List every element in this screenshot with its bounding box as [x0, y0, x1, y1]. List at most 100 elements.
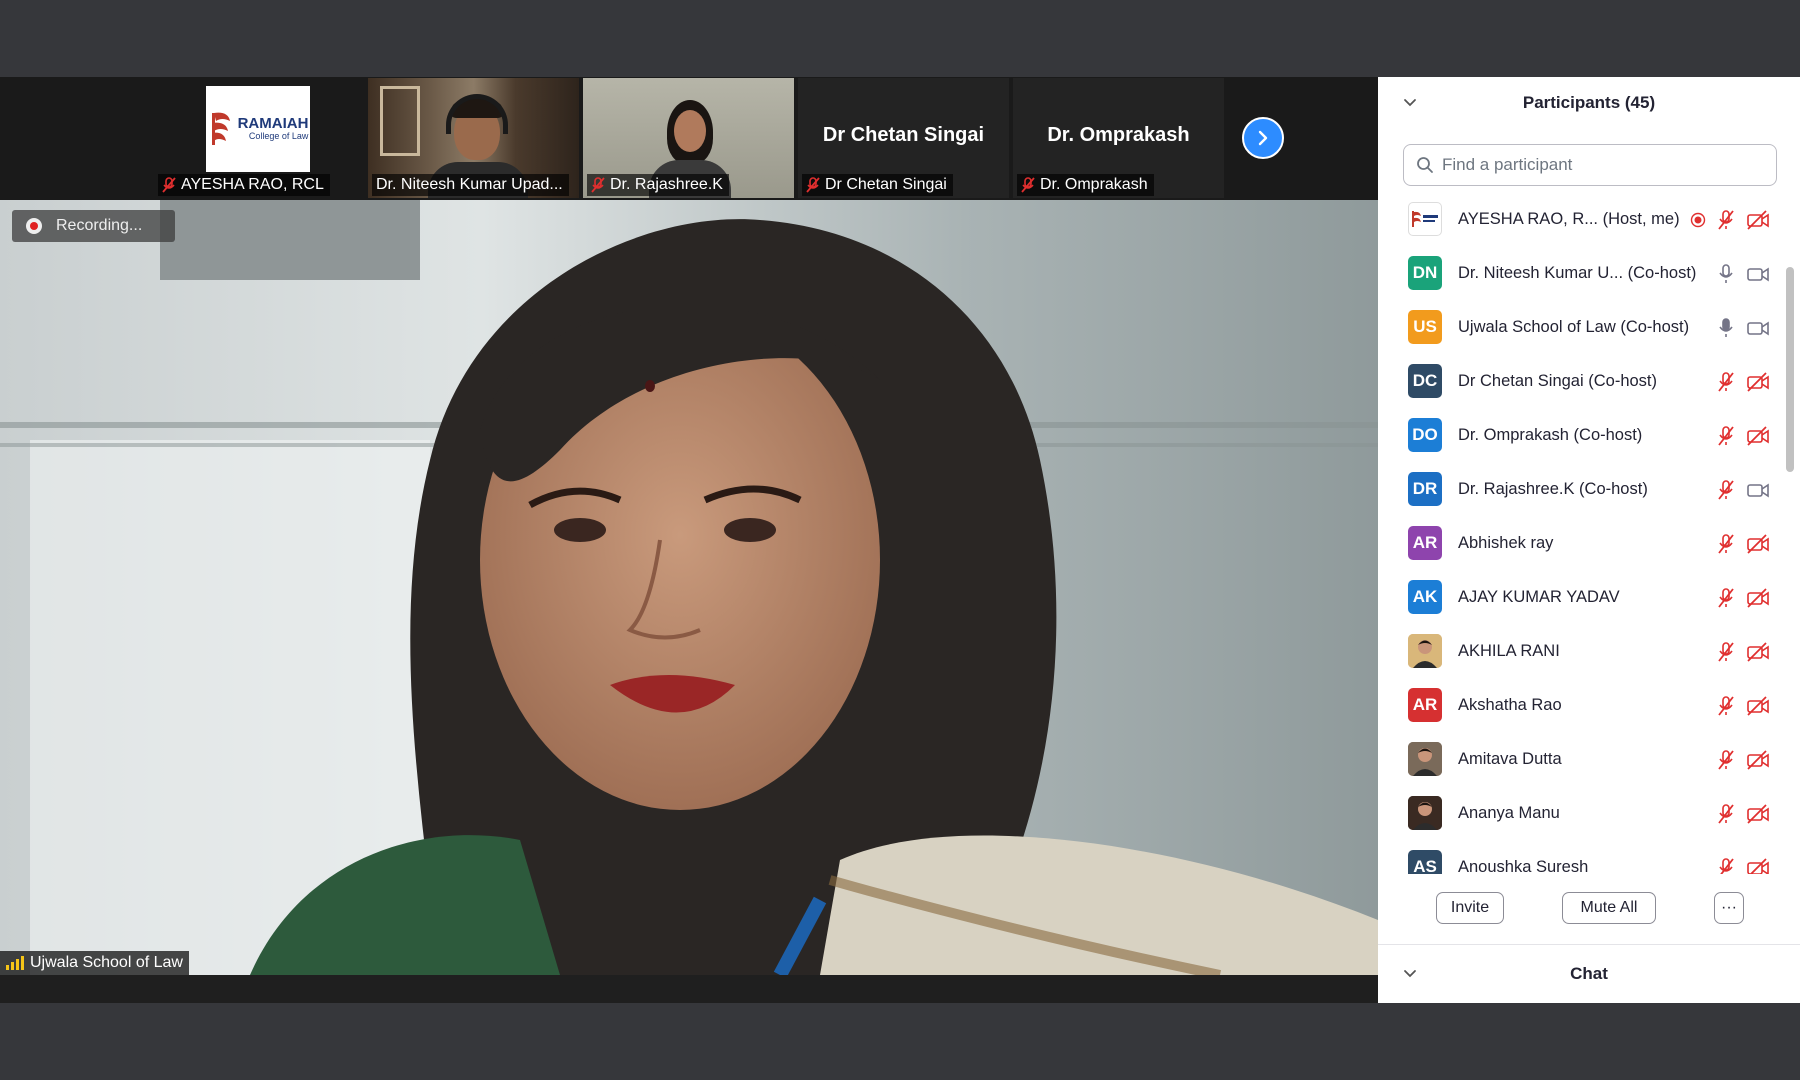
participant-row[interactable]: AR Abhishek ray: [1378, 516, 1778, 570]
ramaiah-logo: RAMAIAH College of Law: [206, 86, 310, 172]
participant-name: AKHILA RANI: [1458, 641, 1560, 660]
profile-photo-icon: [1408, 742, 1442, 776]
mic-muted-icon: [1718, 588, 1734, 608]
chevron-down-icon[interactable]: [1403, 96, 1417, 110]
participant-name: Amitava Dutta: [1458, 749, 1562, 768]
participant-status-icons: [1716, 425, 1770, 447]
avatar: [1408, 742, 1442, 776]
thumbnail-tile[interactable]: Dr. Rajashree.K: [583, 78, 794, 198]
avatar: DN: [1408, 256, 1442, 290]
speaker-video-frame: [0, 200, 1378, 975]
more-options-button[interactable]: ···: [1714, 892, 1744, 924]
thumbnail-label: AYESHA RAO, RCL: [158, 174, 330, 196]
recording-indicator[interactable]: Recording...: [12, 210, 175, 242]
avatar: DO: [1408, 418, 1442, 452]
camera-off-icon: [1747, 588, 1769, 608]
scrollbar-thumb[interactable]: [1786, 267, 1794, 472]
thumbnail-label: Dr. Omprakash: [1017, 174, 1154, 196]
camera-off-icon: [1747, 804, 1769, 824]
window-frame: [380, 86, 420, 156]
avatar-initials: DR: [1412, 479, 1438, 498]
participant-status-icons: [1716, 533, 1770, 555]
chevron-down-icon[interactable]: [1403, 967, 1417, 981]
thumbnail-display-name: Dr. Omprakash: [1047, 124, 1190, 146]
participant-status-icons: [1716, 857, 1770, 874]
zoom-meeting-window: RAMAIAH College of Law AYESHA RAO, RCL D…: [0, 0, 1800, 1080]
mic-muted-icon: [1718, 372, 1734, 392]
mic-muted-icon: [806, 177, 820, 193]
avatar: DR: [1408, 472, 1442, 506]
participant-actions: Invite Mute All ···: [1378, 892, 1800, 932]
avatar-initials: AR: [1412, 533, 1438, 552]
participant-row[interactable]: AR Akshatha Rao: [1378, 678, 1778, 732]
camera-icon: [1747, 267, 1769, 282]
thumbnail-tile[interactable]: Dr. Omprakash Dr. Omprakash: [1013, 78, 1224, 198]
participant-row[interactable]: DN Dr. Niteesh Kumar U... (Co-host): [1378, 246, 1778, 300]
mic-muted-icon: [1021, 177, 1035, 193]
ramaiah-emblem-icon: [1412, 211, 1438, 227]
participant-name: AJAY KUMAR YADAV: [1458, 587, 1620, 606]
signal-strength-icon: [6, 956, 24, 970]
recording-label: Recording...: [56, 217, 143, 234]
thumbnail-strip: RAMAIAH College of Law AYESHA RAO, RCL D…: [0, 77, 1378, 200]
next-page-button[interactable]: [1242, 117, 1284, 159]
participants-panel: Participants (45) AYESHA RAO, R... (Host…: [1378, 77, 1800, 1003]
logo-sub-text: College of Law: [248, 131, 309, 142]
participant-name: AYESHA RAO, R... (Host, me): [1458, 209, 1680, 228]
participant-status-icons: [1716, 641, 1770, 663]
mic-muted-icon: [1718, 426, 1734, 446]
participant-row[interactable]: Amitava Dutta: [1378, 732, 1778, 786]
search-input[interactable]: [1442, 155, 1762, 175]
mic-muted-icon: [1718, 696, 1734, 716]
recording-icon: [1690, 212, 1706, 228]
participants-title: Participants (45): [1522, 93, 1656, 112]
invite-button[interactable]: Invite: [1436, 892, 1504, 924]
participant-list-scrollbar[interactable]: [1786, 192, 1794, 874]
camera-off-icon: [1747, 696, 1769, 716]
chat-header[interactable]: Chat: [1378, 945, 1800, 1003]
avatar: AR: [1408, 688, 1442, 722]
participant-status-icons: [1716, 479, 1770, 501]
mute-all-button[interactable]: Mute All: [1562, 892, 1656, 924]
participant-row[interactable]: AYESHA RAO, R... (Host, me): [1378, 192, 1778, 246]
profile-photo-icon: [1408, 634, 1442, 668]
camera-off-icon: [1747, 372, 1769, 392]
thumbnail-tile[interactable]: Dr Chetan Singai Dr Chetan Singai: [798, 78, 1009, 198]
camera-off-icon: [1747, 858, 1769, 874]
participant-name: Dr. Omprakash (Co-host): [1458, 425, 1643, 444]
participant-row[interactable]: DC Dr Chetan Singai (Co-host): [1378, 354, 1778, 408]
thumbnail-tile[interactable]: RAMAIAH College of Law AYESHA RAO, RCL: [154, 78, 365, 198]
thumbnail-label: Dr. Niteesh Kumar Upad...: [372, 174, 569, 196]
avatar-initials: DN: [1412, 263, 1438, 282]
mic-muted-icon: [1718, 750, 1734, 770]
participant-row[interactable]: AK AJAY KUMAR YADAV: [1378, 570, 1778, 624]
participant-status-icons: [1716, 695, 1770, 717]
ramaiah-emblem-icon: [211, 112, 230, 145]
participant-status-icons: [1716, 263, 1770, 285]
participant-row[interactable]: US Ujwala School of Law (Co-host): [1378, 300, 1778, 354]
participant-status-icons: [1716, 749, 1770, 771]
avatar: DC: [1408, 364, 1442, 398]
participant-status-icons: [1690, 209, 1770, 231]
participant-row[interactable]: DR Dr. Rajashree.K (Co-host): [1378, 462, 1778, 516]
participant-row[interactable]: AKHILA RANI: [1378, 624, 1778, 678]
logo-main-text: RAMAIAH: [237, 114, 309, 132]
participant-row[interactable]: AS Anoushka Suresh: [1378, 840, 1778, 874]
mic-muted-icon: [1719, 858, 1734, 874]
participant-row[interactable]: DO Dr. Omprakash (Co-host): [1378, 408, 1778, 462]
camera-off-icon: [1747, 426, 1769, 446]
thumbnail-tile[interactable]: Dr. Niteesh Kumar Upad...: [368, 78, 579, 198]
active-speaker-label: Ujwala School of Law: [0, 951, 189, 975]
camera-off-icon: [1747, 534, 1769, 554]
thumbnail-label: Dr. Rajashree.K: [587, 174, 729, 196]
participant-name: Dr. Niteesh Kumar U... (Co-host): [1458, 263, 1697, 282]
mic-muted-icon: [1718, 210, 1734, 230]
avatar-initials: AS: [1413, 857, 1437, 874]
participant-name: Dr Chetan Singai (Co-host): [1458, 371, 1657, 390]
participant-search[interactable]: [1403, 144, 1777, 186]
participant-row[interactable]: Ananya Manu: [1378, 786, 1778, 840]
camera-icon: [1747, 321, 1769, 336]
participant-list[interactable]: AYESHA RAO, R... (Host, me) DN Dr. Niteesh…: [1378, 192, 1778, 874]
mic-muted-icon: [1718, 804, 1734, 824]
avatar-initials: AR: [1412, 695, 1438, 714]
